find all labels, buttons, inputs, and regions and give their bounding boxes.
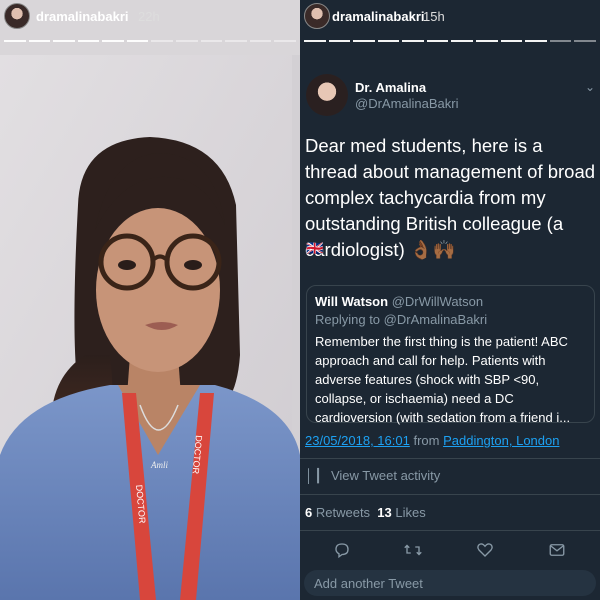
tweet-author-avatar[interactable] [306, 74, 348, 116]
chevron-down-icon[interactable]: ⌄ [585, 80, 595, 94]
flag-emoji: 🇬🇧 [306, 240, 324, 256]
tweet-author-name[interactable]: Dr. Amalina [355, 80, 426, 95]
tweet-text: Dear med students, here is a thread abou… [305, 135, 596, 260]
view-activity-link[interactable]: │┃ View Tweet activity [305, 468, 440, 484]
quoted-author-name: Will Watson [315, 294, 389, 309]
tweet-author-handle[interactable]: @DrAmalinaBakri [355, 96, 459, 111]
story-progress-bar [4, 40, 296, 42]
quoted-text: Remember the first thing is the patient!… [315, 334, 571, 425]
quoted-author: Will Watson @DrWillWatson [315, 294, 586, 309]
retweet-icon[interactable] [403, 541, 423, 559]
likes-label[interactable]: Likes [395, 505, 425, 520]
left-story-panel: DOCTOR DOCTOR Amli dramalinabakri 22h [0, 0, 300, 600]
reply-icon[interactable] [333, 541, 351, 559]
dm-icon[interactable] [548, 541, 566, 559]
quoted-replying-to: Replying to @DrAmalinaBakri [315, 312, 488, 327]
story-progress-bar [304, 40, 596, 42]
left-story-header: dramalinabakri 22h [0, 0, 300, 46]
necklace-pendant: Amli [150, 460, 168, 470]
retweets-label[interactable]: Retweets [316, 505, 370, 520]
right-story-header: dramalinabakri 15h [300, 0, 600, 46]
story-timestamp: 15h [423, 9, 445, 24]
quoted-tweet[interactable]: Will Watson @DrWillWatson Replying to @D… [306, 285, 595, 425]
story-timestamp: 22h [138, 9, 160, 24]
from-label: from [413, 433, 440, 448]
story-username[interactable]: dramalinabakri [36, 9, 129, 24]
divider [300, 458, 600, 459]
tweet-metadata: 23/05/2018, 16:01 from Paddington, Londo… [305, 433, 559, 448]
quoted-author-handle: @DrWillWatson [391, 294, 484, 309]
story-avatar[interactable] [304, 3, 330, 29]
story-avatar[interactable] [4, 3, 30, 29]
chart-icon: │┃ [305, 468, 323, 483]
story-username[interactable]: dramalinabakri [332, 9, 425, 24]
retweets-count: 6 [305, 505, 313, 520]
selfie-photo: DOCTOR DOCTOR Amli [0, 55, 300, 600]
divider [300, 494, 600, 495]
activity-label: View Tweet activity [330, 468, 441, 483]
like-icon[interactable] [476, 541, 494, 559]
tweet-actions [300, 535, 600, 565]
divider [300, 530, 600, 531]
likes-count: 13 [377, 505, 392, 520]
tweet-stats: 6 Retweets 13 Likes [305, 505, 426, 520]
tweet-location[interactable]: Paddington, London [443, 433, 559, 448]
tweet-date[interactable]: 23/05/2018, 16:01 [305, 433, 410, 448]
add-another-tweet-input[interactable]: Add another Tweet [304, 570, 596, 596]
